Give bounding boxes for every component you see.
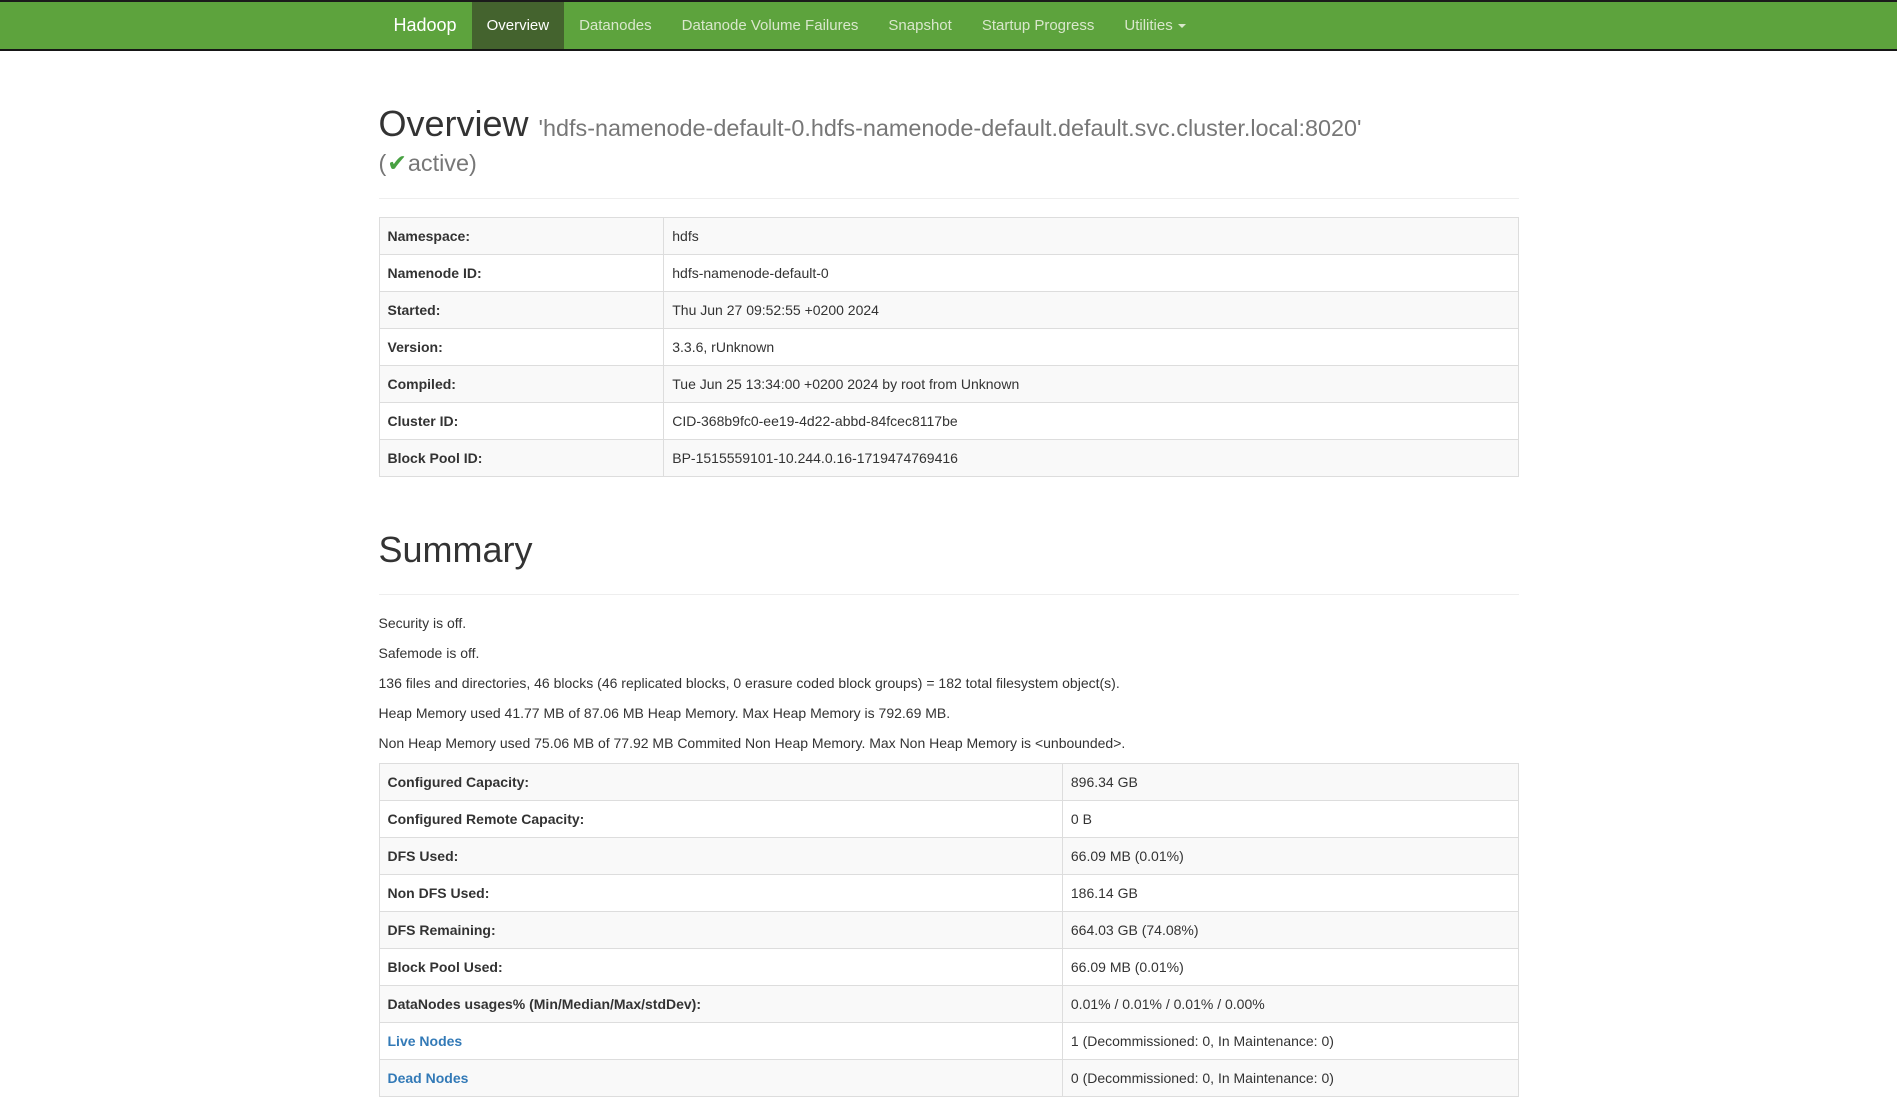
row-value: 0 (Decommissioned: 0, In Maintenance: 0): [1062, 1060, 1518, 1097]
nav-item-datanodes: Datanodes: [564, 2, 667, 49]
nav-item-utilities: Utilities: [1109, 2, 1200, 49]
row-label: DataNodes usages% (Min/Median/Max/stdDev…: [379, 986, 1062, 1023]
caret-down-icon: [1178, 24, 1186, 28]
page-title-text: Overview: [379, 103, 529, 144]
table-row: Dead Nodes 0 (Decommissioned: 0, In Maint…: [379, 1060, 1518, 1097]
page-title: Overview 'hdfs-namenode-default-0.hdfs-n…: [379, 101, 1519, 178]
table-row: Started:Thu Jun 27 09:52:55 +0200 2024: [379, 292, 1518, 329]
summary-line: Heap Memory used 41.77 MB of 87.06 MB He…: [379, 703, 1519, 723]
dead-nodes-link[interactable]: Dead Nodes: [388, 1070, 469, 1086]
nav-item-datanode-volume-failures: Datanode Volume Failures: [667, 2, 874, 49]
state-label: active): [408, 150, 477, 176]
row-value: 0.01% / 0.01% / 0.01% / 0.00%: [1062, 986, 1518, 1023]
navbar-menu: OverviewDatanodesDatanode Volume Failure…: [472, 2, 1201, 49]
row-label: Compiled:: [379, 366, 664, 403]
nav-link-datanodes[interactable]: Datanodes: [564, 2, 667, 49]
row-value: hdfs-namenode-default-0: [664, 255, 1518, 292]
table-row: Cluster ID:CID-368b9fc0-ee19-4d22-abbd-8…: [379, 403, 1518, 440]
row-label: Block Pool ID:: [379, 440, 664, 477]
row-value: 1 (Decommissioned: 0, In Maintenance: 0): [1062, 1023, 1518, 1060]
row-label: Configured Remote Capacity:: [379, 801, 1062, 838]
top-navbar: Hadoop OverviewDatanodesDatanode Volume …: [0, 0, 1897, 51]
nav-link-snapshot[interactable]: Snapshot: [873, 2, 966, 49]
row-label: Started:: [379, 292, 664, 329]
row-value: hdfs: [664, 218, 1518, 255]
row-value: BP-1515559101-10.244.0.16-1719474769416: [664, 440, 1518, 477]
nav-item-overview: Overview: [472, 2, 565, 49]
summary-title: Summary: [379, 527, 1519, 574]
summary-line: Non Heap Memory used 75.06 MB of 77.92 M…: [379, 733, 1519, 753]
row-value: CID-368b9fc0-ee19-4d22-abbd-84fcec8117be: [664, 403, 1518, 440]
row-label: Cluster ID:: [379, 403, 664, 440]
active-check-icon: ✔: [386, 150, 408, 176]
table-row: Version:3.3.6, rUnknown: [379, 329, 1518, 366]
namenode-host: 'hdfs-namenode-default-0.hdfs-namenode-d…: [539, 115, 1362, 141]
namenode-address: 'hdfs-namenode-default-0.hdfs-namenode-d…: [379, 115, 1519, 178]
table-row: DataNodes usages% (Min/Median/Max/stdDev…: [379, 986, 1518, 1023]
row-value: Thu Jun 27 09:52:55 +0200 2024: [664, 292, 1518, 329]
row-label: Live Nodes: [379, 1023, 1062, 1060]
live-nodes-link[interactable]: Live Nodes: [388, 1033, 463, 1049]
row-value: 3.3.6, rUnknown: [664, 329, 1518, 366]
overview-page-header: Overview 'hdfs-namenode-default-0.hdfs-n…: [379, 101, 1519, 199]
nav-item-startup-progress: Startup Progress: [967, 2, 1110, 49]
table-row: Configured Remote Capacity:0 B: [379, 801, 1518, 838]
summary-page-header: Summary: [379, 527, 1519, 595]
row-label: DFS Used:: [379, 838, 1062, 875]
summary-text-block: Security is off. Safemode is off. 136 file…: [379, 613, 1519, 753]
nav-link-startup-progress[interactable]: Startup Progress: [967, 2, 1110, 49]
row-value: 66.09 MB (0.01%): [1062, 838, 1518, 875]
cluster-metrics-table: Configured Capacity:896.34 GBConfigured …: [379, 763, 1519, 1097]
table-row: Namespace:hdfs: [379, 218, 1518, 255]
namenode-state: (✔active): [379, 148, 1519, 178]
row-label: Configured Capacity:: [379, 764, 1062, 801]
row-value: 664.03 GB (74.08%): [1062, 912, 1518, 949]
nav-link-overview[interactable]: Overview: [472, 2, 565, 49]
table-row: Block Pool Used:66.09 MB (0.01%): [379, 949, 1518, 986]
row-value: Tue Jun 25 13:34:00 +0200 2024 by root f…: [664, 366, 1518, 403]
namenode-info-table: Namespace:hdfsNamenode ID:hdfs-namenode-…: [379, 217, 1519, 477]
table-row: Live Nodes 1 (Decommissioned: 0, In Maint…: [379, 1023, 1518, 1060]
table-row: DFS Used:66.09 MB (0.01%): [379, 838, 1518, 875]
table-row: Configured Capacity:896.34 GB: [379, 764, 1518, 801]
nav-link-utilities[interactable]: Utilities: [1109, 2, 1200, 49]
row-value: 186.14 GB: [1062, 875, 1518, 912]
row-label: DFS Remaining:: [379, 912, 1062, 949]
table-row: DFS Remaining:664.03 GB (74.08%): [379, 912, 1518, 949]
table-row: Namenode ID:hdfs-namenode-default-0: [379, 255, 1518, 292]
nav-item-snapshot: Snapshot: [873, 2, 966, 49]
table-row: Block Pool ID:BP-1515559101-10.244.0.16-…: [379, 440, 1518, 477]
row-label: Namenode ID:: [379, 255, 664, 292]
row-label: Dead Nodes: [379, 1060, 1062, 1097]
summary-line: 136 files and directories, 46 blocks (46…: [379, 673, 1519, 693]
summary-line: Security is off.: [379, 613, 1519, 633]
hadoop-brand[interactable]: Hadoop: [379, 2, 472, 49]
table-row: Non DFS Used:186.14 GB: [379, 875, 1518, 912]
row-label: Block Pool Used:: [379, 949, 1062, 986]
row-value: 66.09 MB (0.01%): [1062, 949, 1518, 986]
row-label: Version:: [379, 329, 664, 366]
row-label: Non DFS Used:: [379, 875, 1062, 912]
nav-link-datanode-volume-failures[interactable]: Datanode Volume Failures: [667, 2, 874, 49]
row-label: Namespace:: [379, 218, 664, 255]
table-row: Compiled:Tue Jun 25 13:34:00 +0200 2024 …: [379, 366, 1518, 403]
row-value: 896.34 GB: [1062, 764, 1518, 801]
row-value: 0 B: [1062, 801, 1518, 838]
summary-line: Safemode is off.: [379, 643, 1519, 663]
